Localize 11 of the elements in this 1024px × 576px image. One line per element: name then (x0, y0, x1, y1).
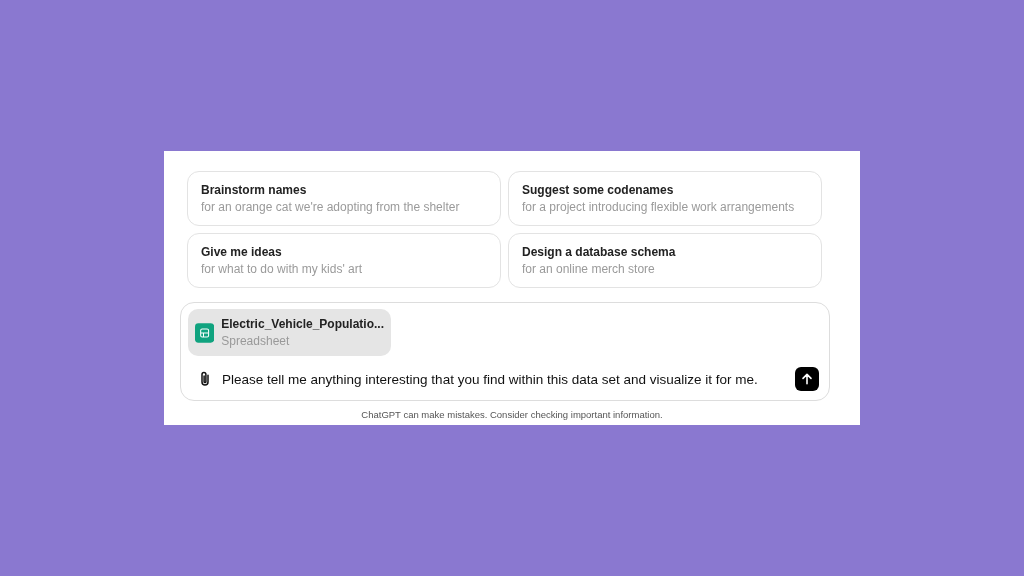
disclaimer-text: ChatGPT can make mistakes. Consider checking important information. (360, 409, 664, 420)
file-type: Spreadsheet (221, 334, 291, 348)
file-attachment[interactable]: Electric_Vehicle_Populatio... Spreadsheet (188, 309, 391, 356)
message-field[interactable]: Please tell me anything interesting that you find within this data set and visualize it for me. (222, 369, 787, 389)
suggestion-card[interactable]: Give me ideas for what to do with my kids' art (187, 233, 501, 288)
arrow-up-icon (799, 371, 815, 387)
suggestion-card[interactable]: Design a database schema for an online merch store (508, 233, 822, 288)
suggestion-card[interactable]: Suggest some codenames for a project introducing flexible work arrangements (508, 171, 822, 226)
suggestion-card[interactable]: Brainstorm names for an orange cat we're adopting from the shelter (187, 171, 501, 226)
send-button[interactable] (795, 367, 819, 391)
file-name: Electric_Vehicle_Populatio... (221, 317, 384, 331)
